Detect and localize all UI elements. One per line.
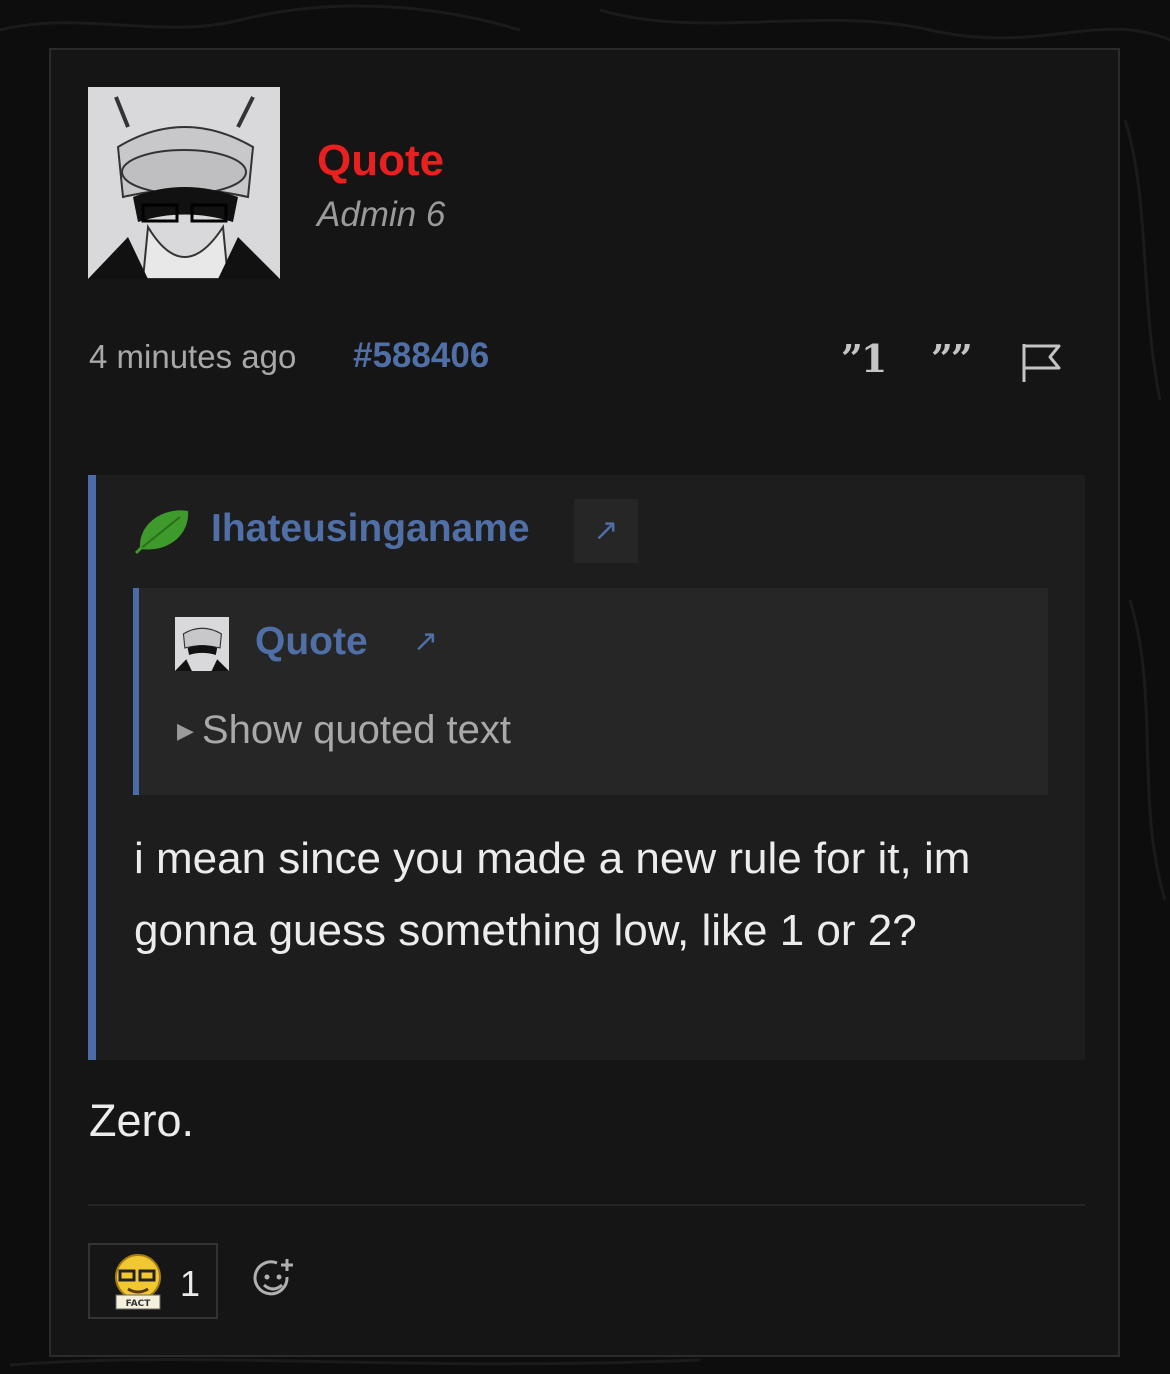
quoted-text: i mean since you made a new rule for it,… <box>134 834 971 955</box>
quote-full-button[interactable]: ”” <box>931 336 973 381</box>
quoted-post: Ihateusinganame ↗ Quote ↗ ▶ Show quoted t… <box>88 475 1085 1060</box>
arrow-up-right-icon[interactable]: ↗ <box>574 499 638 563</box>
add-reaction-icon[interactable] <box>251 1257 297 1308</box>
flag-icon[interactable] <box>1019 340 1063 388</box>
show-quoted-label: Show quoted text <box>201 708 512 752</box>
post-author-title: Admin 6 <box>317 195 446 234</box>
reaction-fact[interactable]: FACT 1 <box>88 1243 218 1319</box>
leaf-icon <box>134 503 192 560</box>
nested-author-name[interactable]: Quote <box>255 620 368 664</box>
post-author-name[interactable]: Quote <box>317 136 444 186</box>
nested-quote: Quote ↗ ▶ Show quoted text <box>133 588 1048 795</box>
post-number-link[interactable]: #588406 <box>353 336 489 376</box>
nested-author-avatar <box>175 617 229 671</box>
post-card: Quote Admin 6 4 minutes ago #588406 ”1 ”… <box>49 48 1120 1357</box>
show-quoted-text-toggle[interactable]: ▶ Show quoted text <box>177 708 511 753</box>
user-avatar[interactable] <box>88 87 280 279</box>
quoted-author-name[interactable]: Ihateusinganame <box>211 507 530 551</box>
post-timestamp[interactable]: 4 minutes ago <box>89 338 296 376</box>
quote-reply-button[interactable]: ”1 <box>841 336 887 381</box>
fact-label: FACT <box>126 1299 152 1309</box>
reaction-count: 1 <box>180 1263 201 1304</box>
arrow-up-right-icon[interactable]: ↗ <box>413 624 438 659</box>
divider <box>88 1204 1085 1206</box>
triangle-right-icon: ▶ <box>177 718 194 743</box>
post-body: Zero. <box>89 1095 195 1146</box>
fact-emoji-icon: FACT <box>108 1251 170 1318</box>
